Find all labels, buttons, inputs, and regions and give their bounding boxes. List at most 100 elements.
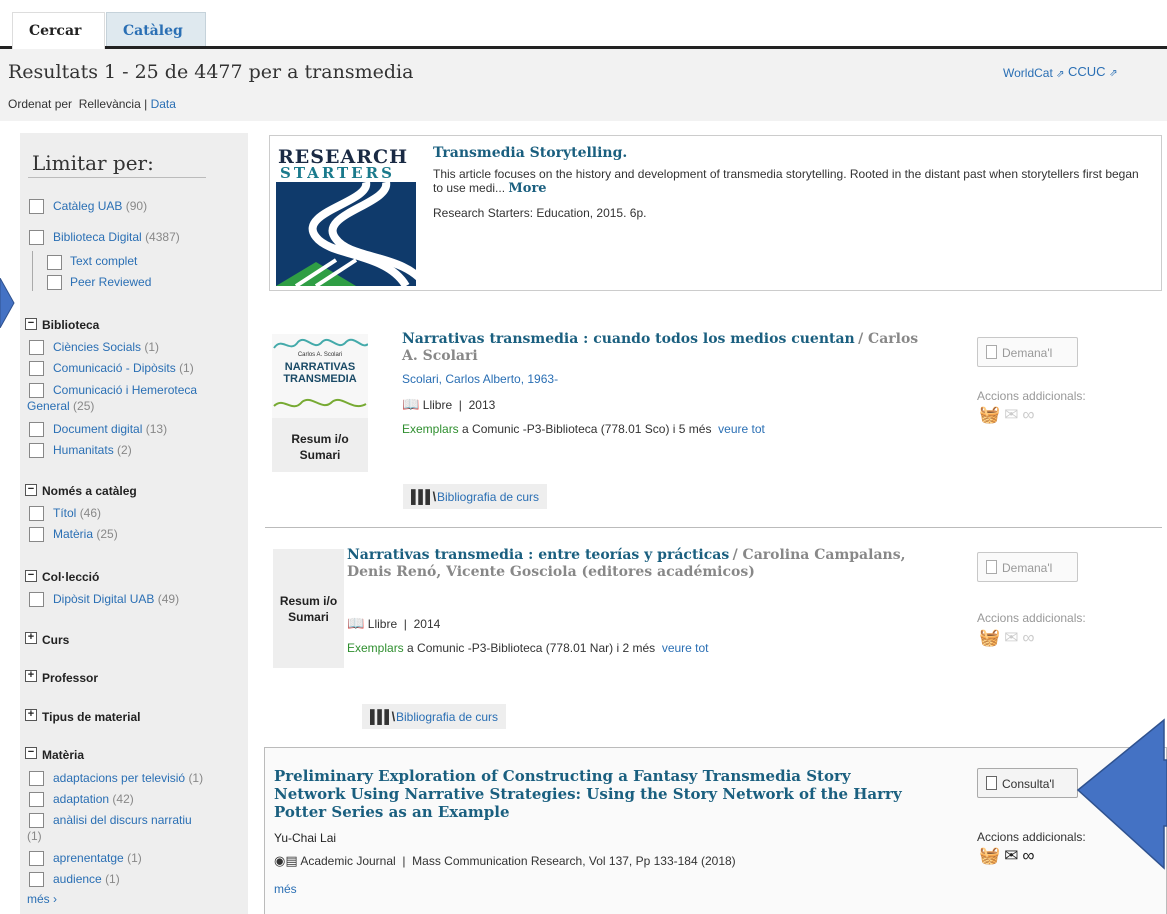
facet-checkbox[interactable] xyxy=(29,383,44,398)
ccuc-label: CCUC xyxy=(1068,64,1106,79)
result-format: 📖 Llibre | 2013 xyxy=(402,396,496,412)
facet-biblioteca-digital[interactable]: Biblioteca Digital (4387) xyxy=(53,230,180,244)
request-button[interactable]: Demana'l xyxy=(977,552,1078,582)
collapse-biblioteca-icon[interactable]: − xyxy=(25,318,37,330)
research-starters-logo[interactable]: RESEARCH STARTERS xyxy=(276,144,416,286)
course-bibliography-button[interactable]: ▌▌▌\ Bibliografia de curs xyxy=(403,484,548,509)
facet-text-complet[interactable]: Text complet xyxy=(70,254,137,268)
result-title-link[interactable]: Narrativas transmedia : entre teorías y … xyxy=(347,547,729,563)
basket-icon[interactable]: 🧺 xyxy=(979,628,1004,647)
facet-section-tipus-material[interactable]: Tipus de material xyxy=(42,710,140,724)
collapse-colleccio-icon[interactable]: − xyxy=(25,570,37,582)
year-label: 2013 xyxy=(468,398,496,412)
actions-icons: 🧺✉∞ xyxy=(979,628,1039,648)
email-icon[interactable]: ✉ xyxy=(1004,846,1022,865)
facet-checkbox[interactable] xyxy=(29,199,44,214)
facet-comunicacio-hemeroteca-cont[interactable]: General (25) xyxy=(27,399,94,413)
facet-checkbox[interactable] xyxy=(47,275,62,290)
sort-date-link[interactable]: Data xyxy=(151,97,176,111)
result-title-link[interactable]: Narrativas transmedia : cuando todos los… xyxy=(402,331,855,347)
facet-diposit-digital[interactable]: Dipòsit Digital UAB (49) xyxy=(53,592,179,606)
see-all-link[interactable]: veure tot xyxy=(718,422,765,436)
research-starter-source: Research Starters: Education, 2015. 6p. xyxy=(433,206,647,220)
limit-title: Limitar per: xyxy=(32,151,154,175)
facet-titol[interactable]: Títol (46) xyxy=(53,506,101,520)
facet-section-colleccio[interactable]: Col·lecció xyxy=(42,570,99,584)
expand-tipus-icon[interactable]: + xyxy=(25,709,37,721)
binoculars-icon[interactable]: ∞ xyxy=(1022,846,1038,865)
facet-checkbox[interactable] xyxy=(29,340,44,355)
journal-icon: ◉▤ xyxy=(274,853,298,868)
external-link-icon: ⇗ xyxy=(1109,68,1118,79)
facet-section-professor[interactable]: Professor xyxy=(42,671,98,685)
collapse-materia-icon[interactable]: − xyxy=(25,747,37,759)
facet-checkbox[interactable] xyxy=(29,592,44,607)
facet-aprenentatge[interactable]: aprenentatge (1) xyxy=(53,851,142,865)
summary-button[interactable]: Resum i/o Sumari xyxy=(272,418,368,472)
bib-label: Bibliografia de curs xyxy=(396,710,499,724)
request-button[interactable]: Demana'l xyxy=(977,337,1078,367)
facet-section-curs[interactable]: Curs xyxy=(42,633,69,647)
basket-icon[interactable]: 🧺 xyxy=(979,846,1004,865)
consult-button[interactable]: Consulta'l xyxy=(977,768,1078,798)
facet-sidebar: Limitar per: Catàleg UAB (90) Biblioteca… xyxy=(20,133,248,914)
facet-ciencies-socials[interactable]: Ciències Socials (1) xyxy=(53,340,159,354)
book-cover[interactable]: Carlos A. Scolari NARRATIVAS TRANSMEDIA … xyxy=(272,334,368,472)
sort-separator: | xyxy=(144,97,148,111)
facet-checkbox[interactable] xyxy=(29,851,44,866)
research-starter-title[interactable]: Transmedia Storytelling. xyxy=(433,145,627,161)
tab-cercar[interactable]: Cercar xyxy=(12,12,105,49)
facet-cataleg-uab[interactable]: Catàleg UAB (90) xyxy=(53,199,147,213)
course-bibliography-button[interactable]: ▌▌▌\ Bibliografia de curs xyxy=(362,704,507,729)
facet-checkbox[interactable] xyxy=(29,872,44,887)
facet-audience[interactable]: audience (1) xyxy=(53,872,120,886)
facet-checkbox[interactable] xyxy=(47,255,62,270)
facet-section-materia[interactable]: Matèria xyxy=(42,748,84,762)
facet-analisi-discurs[interactable]: anàlisi del discurs narratiu xyxy=(53,813,192,827)
result-title-link[interactable]: Preliminary Exploration of Constructing … xyxy=(274,767,902,821)
facet-more-link[interactable]: més › xyxy=(27,892,57,906)
facet-checkbox[interactable] xyxy=(29,527,44,542)
copies-link[interactable]: Exemplars xyxy=(347,641,404,655)
facet-analisi-discurs-count[interactable]: (1) xyxy=(27,829,42,843)
email-icon[interactable]: ✉ xyxy=(1004,628,1022,647)
basket-icon[interactable]: 🧺 xyxy=(979,405,1004,424)
book-icon: 📖 xyxy=(347,615,365,631)
facet-section-nomes-cataleg[interactable]: Només a catàleg xyxy=(42,484,137,498)
facet-adaptacions-tv[interactable]: adaptacions per televisió (1) xyxy=(53,771,203,785)
collapse-nomes-icon[interactable]: − xyxy=(25,484,37,496)
result-copies: Exemplars a Comunic -P3-Biblioteca (778.… xyxy=(347,641,709,655)
facet-section-biblioteca[interactable]: Biblioteca xyxy=(42,318,99,332)
facet-comunicacio-hemeroteca[interactable]: Comunicació i Hemeroteca xyxy=(53,383,197,397)
expand-curs-icon[interactable]: + xyxy=(25,632,37,644)
facet-checkbox[interactable] xyxy=(29,771,44,786)
expand-professor-icon[interactable]: + xyxy=(25,670,37,682)
facet-document-digital[interactable]: Document digital (13) xyxy=(53,422,167,436)
binoculars-icon[interactable]: ∞ xyxy=(1022,628,1038,647)
facet-checkbox[interactable] xyxy=(29,230,44,245)
facet-checkbox[interactable] xyxy=(29,792,44,807)
facet-comunicacio-diposits[interactable]: Comunicació - Dipòsits (1) xyxy=(53,361,194,375)
summary-button[interactable]: Resum i/o Sumari xyxy=(273,549,344,668)
facet-checkbox[interactable] xyxy=(29,361,44,376)
see-all-link[interactable]: veure tot xyxy=(662,641,709,655)
facet-checkbox[interactable] xyxy=(29,422,44,437)
facet-humanitats[interactable]: Humanitats (2) xyxy=(53,443,132,457)
email-icon[interactable]: ✉ xyxy=(1004,405,1022,424)
more-link[interactable]: More xyxy=(508,181,546,196)
binoculars-icon[interactable]: ∞ xyxy=(1022,405,1038,424)
tab-cataleg[interactable]: Catàleg xyxy=(106,12,206,47)
facet-adaptation[interactable]: adaptation (42) xyxy=(53,792,134,806)
worldcat-link[interactable]: WorldCat ⇗ xyxy=(1003,66,1065,80)
facet-checkbox[interactable] xyxy=(29,506,44,521)
result-title-block: Preliminary Exploration of Constructing … xyxy=(274,768,904,822)
facet-checkbox[interactable] xyxy=(29,813,44,828)
result-creator-link[interactable]: Scolari, Carlos Alberto, 1963- xyxy=(402,372,558,386)
facet-checkbox[interactable] xyxy=(29,443,44,458)
facet-materia-cat[interactable]: Matèria (25) xyxy=(53,527,118,541)
facet-peer-reviewed[interactable]: Peer Reviewed xyxy=(70,275,151,289)
more-link[interactable]: més xyxy=(274,882,297,896)
ccuc-link[interactable]: CCUC ⇗ xyxy=(1068,64,1118,79)
copies-link[interactable]: Exemplars xyxy=(402,422,459,436)
divider xyxy=(28,177,206,178)
